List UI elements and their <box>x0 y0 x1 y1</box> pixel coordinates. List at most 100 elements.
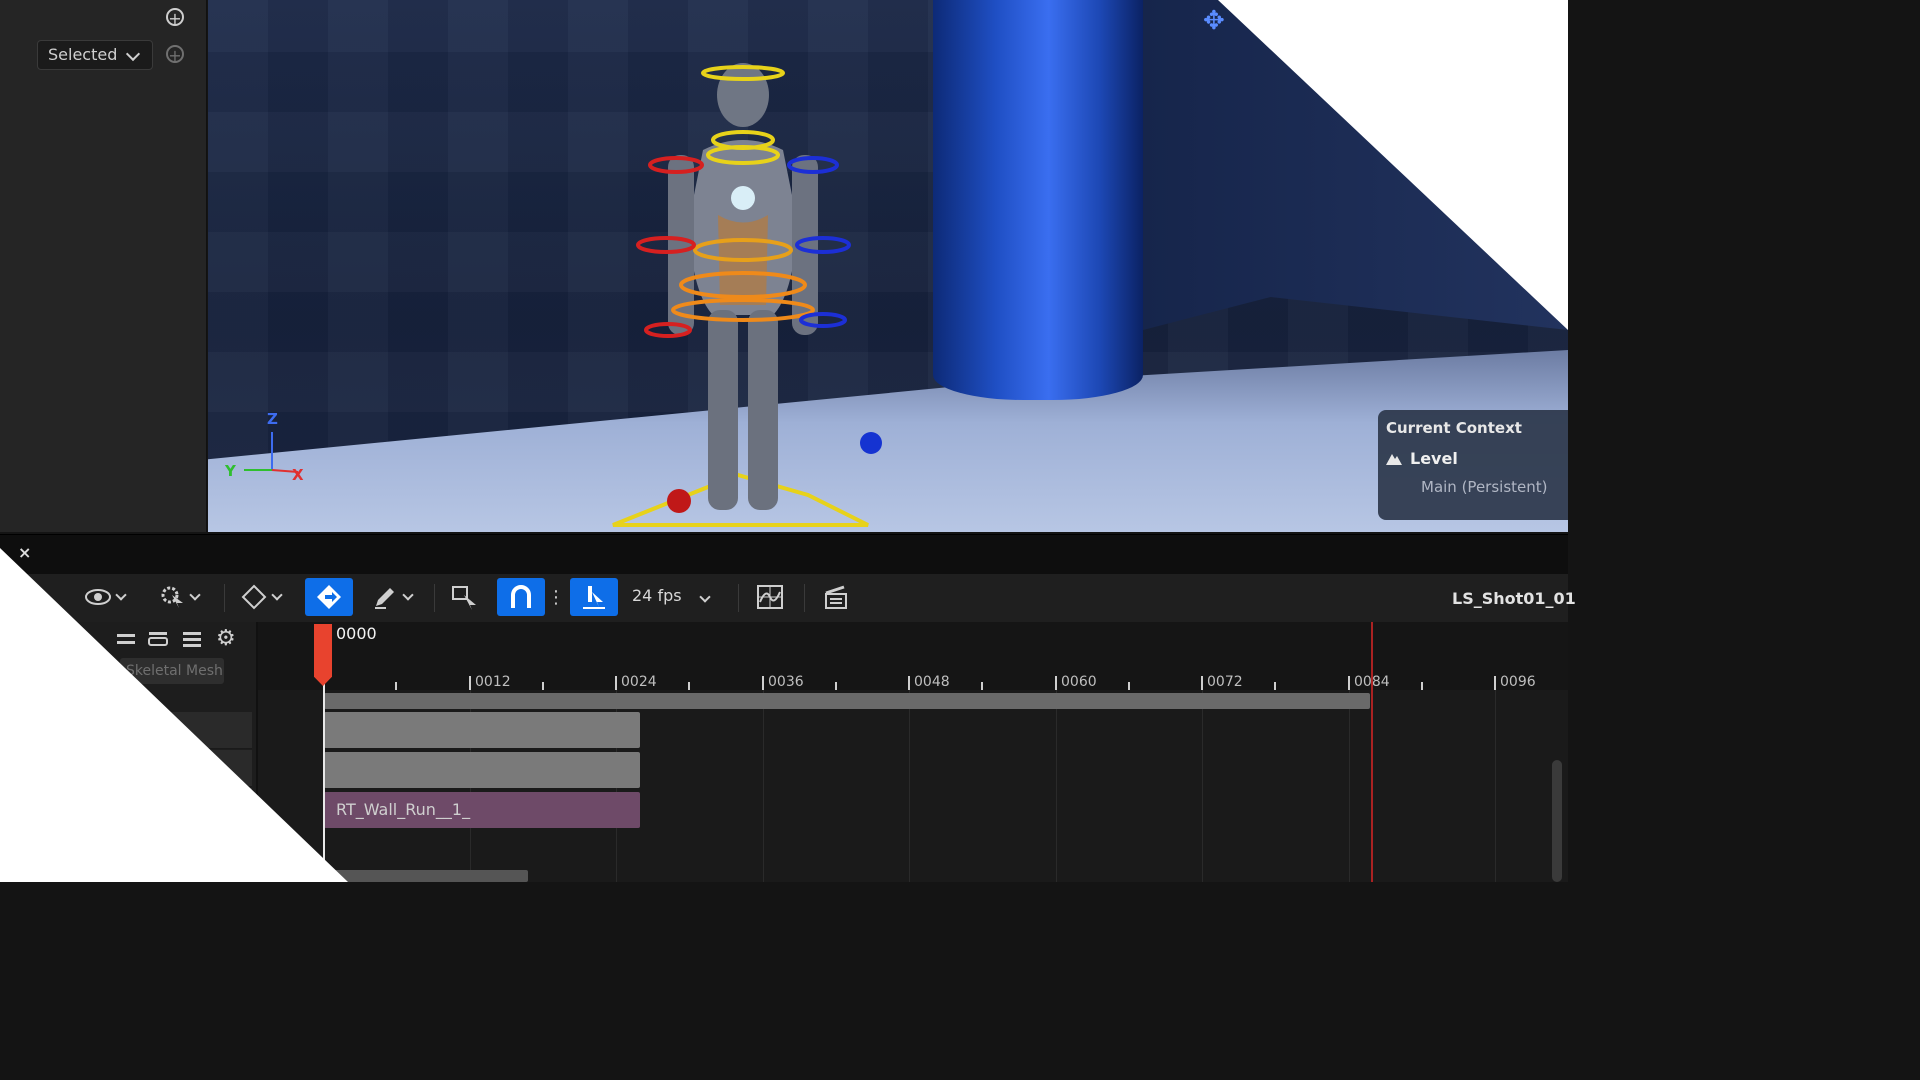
auto-key-button[interactable] <box>305 578 353 616</box>
chevron-down-icon <box>402 589 414 601</box>
axis-x-label: X <box>292 466 304 484</box>
curve-editor-button[interactable] <box>750 578 790 616</box>
current-context-panel: Current Context Level Main (Persistent) <box>1378 410 1568 520</box>
playhead-snap-icon <box>583 586 605 609</box>
snap-playhead-button[interactable] <box>570 578 618 616</box>
ruler-major-tick <box>1494 676 1496 690</box>
add-icon-dim[interactable]: + <box>166 45 184 64</box>
timeline-gridline <box>1056 690 1057 882</box>
ruler-tick-label: 0096 <box>1500 674 1536 690</box>
current-frame-label: 0000 <box>336 624 377 643</box>
ruler-major-tick <box>762 676 764 690</box>
key-dropdown[interactable] <box>234 578 288 616</box>
selected-filter-label: Selected <box>48 45 118 64</box>
chevron-down-icon <box>115 589 127 601</box>
axis-z-label: Z <box>267 410 278 428</box>
ruler-tick-label: 0012 <box>475 674 511 690</box>
context-title: Current Context <box>1386 419 1522 437</box>
timeline-gridline <box>1202 690 1203 882</box>
timeline-gridline <box>763 690 764 882</box>
frame-rate-label: 24 fps <box>632 586 682 605</box>
edit-mode-dropdown[interactable] <box>366 578 418 616</box>
ruler-tick-label: 0060 <box>1061 674 1097 690</box>
level-icon <box>1386 454 1402 465</box>
ruler-major-tick <box>615 676 617 690</box>
close-tab-button[interactable]: × <box>18 543 31 562</box>
settings-gear-icon[interactable]: ⚙ <box>216 626 236 651</box>
ruler-minor-tick <box>1274 682 1276 690</box>
compact-view-icon[interactable] <box>114 628 138 652</box>
blue-pillar <box>933 0 1143 400</box>
timeline-section[interactable] <box>324 712 640 748</box>
axis-y-label: Y <box>225 462 236 480</box>
timeline-scrollbar[interactable] <box>1552 760 1562 882</box>
playhead-handle[interactable] <box>314 624 332 686</box>
sequencer-tab-bar <box>0 534 1568 575</box>
ruler-tick-label: 0024 <box>621 674 657 690</box>
timeline-section[interactable] <box>324 752 640 788</box>
track-view-options: ⚙ <box>112 626 242 656</box>
magnet-icon <box>511 585 531 608</box>
selection-gear-icon <box>161 586 183 608</box>
eye-icon <box>85 589 111 605</box>
context-level-row[interactable]: Level <box>1386 449 1560 468</box>
ruler-minor-tick <box>835 682 837 690</box>
key-diamond-icon <box>241 584 267 610</box>
ruler-major-tick <box>1348 676 1350 690</box>
selection-settings-dropdown[interactable] <box>152 578 206 616</box>
select-keys-button[interactable] <box>444 578 484 616</box>
ruler-major-tick <box>1201 676 1203 690</box>
ruler-minor-tick <box>1128 682 1130 690</box>
toolbar-separator <box>224 584 225 612</box>
selected-filter-dropdown[interactable]: Selected <box>37 40 153 70</box>
expanded-view-icon[interactable] <box>146 628 170 652</box>
axis-indicator: Z Y X <box>220 410 310 485</box>
sequence-name[interactable]: LS_Shot01_01 <box>1452 589 1576 608</box>
outliner-panel <box>0 0 207 532</box>
context-level-label: Level <box>1410 449 1458 468</box>
character-mannequin[interactable] <box>608 55 878 532</box>
transform-gizmo-icon[interactable]: ✥ <box>1203 6 1233 36</box>
pencil-icon <box>375 588 394 609</box>
toolbar-separator <box>434 584 435 612</box>
ruler-minor-tick <box>688 682 690 690</box>
playback-end-marker[interactable] <box>1371 622 1373 882</box>
ruler-minor-tick <box>1421 682 1423 690</box>
snap-options-menu[interactable]: ⋮ <box>547 578 565 616</box>
toolbar-separator <box>804 584 805 612</box>
chevron-down-icon <box>271 589 283 601</box>
chevron-down-icon <box>125 46 141 62</box>
timeline-gridline <box>909 690 910 882</box>
playhead-line <box>323 676 325 882</box>
ruler-major-tick <box>1055 676 1057 690</box>
playback-range-bar[interactable] <box>324 693 1370 709</box>
render-movie-button[interactable] <box>814 578 854 616</box>
context-level-value[interactable]: Main (Persistent) <box>1421 478 1560 496</box>
ruler-minor-tick <box>395 682 397 690</box>
ruler-minor-tick <box>981 682 983 690</box>
ruler-tick-label: 0036 <box>768 674 804 690</box>
snap-toggle-button[interactable] <box>497 578 545 616</box>
animation-section[interactable]: RT_Wall_Run__1_ <box>324 792 640 828</box>
foot-ik-control-right[interactable] <box>860 432 882 454</box>
floor-control-outline <box>612 472 869 527</box>
timeline-section[interactable] <box>324 870 528 882</box>
chevron-down-icon <box>699 591 711 603</box>
auto-key-icon <box>317 585 341 609</box>
chevron-down-icon <box>189 589 201 601</box>
clapperboard-icon <box>825 585 847 609</box>
frame-rate-dropdown[interactable]: 24 fps <box>632 586 711 605</box>
toolbar-separator <box>738 584 739 612</box>
foot-ik-control-left[interactable] <box>667 489 691 513</box>
timeline-gridline <box>1349 690 1350 882</box>
viewport-floor <box>208 350 1568 532</box>
ruler-major-tick <box>469 676 471 690</box>
ruler-major-tick <box>908 676 910 690</box>
ruler-minor-tick <box>542 682 544 690</box>
select-cursor-icon <box>452 586 476 610</box>
list-view-icon[interactable] <box>180 628 204 652</box>
add-icon[interactable]: + <box>166 8 184 27</box>
visibility-dropdown[interactable] <box>80 578 130 616</box>
timeline-gridline <box>1495 690 1496 882</box>
ruler-tick-label: 0072 <box>1207 674 1243 690</box>
